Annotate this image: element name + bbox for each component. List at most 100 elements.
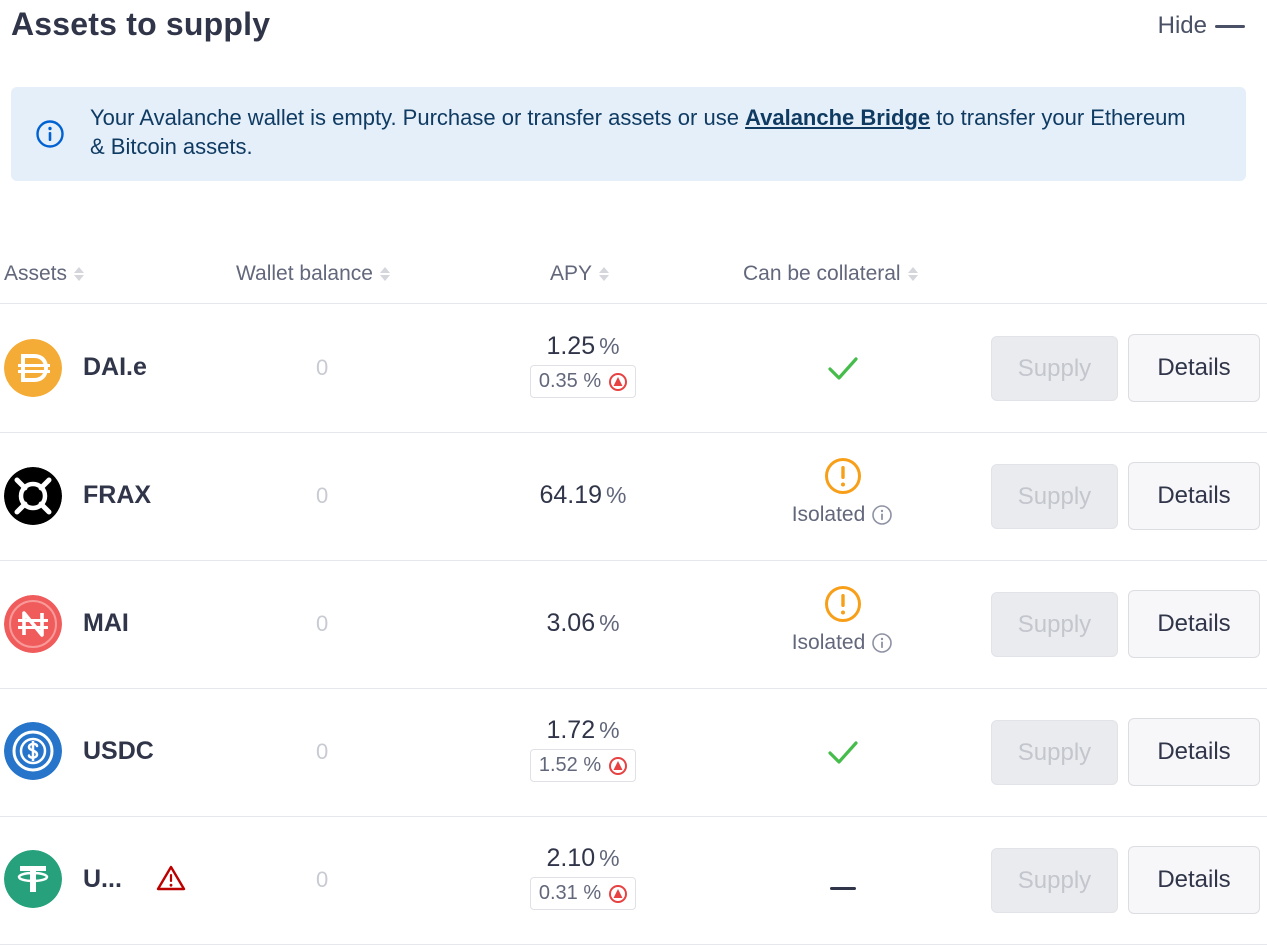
collateral-cell: Isolated: [740, 457, 945, 527]
wallet-balance: 0: [316, 483, 329, 508]
wallet-balance: 0: [316, 739, 329, 764]
incentive-badge[interactable]: 0.31 %: [529, 877, 637, 910]
info-icon: [872, 633, 893, 653]
sort-icon: [74, 267, 85, 281]
isolated-label[interactable]: Isolated: [792, 631, 894, 655]
dai-token-icon: [4, 339, 62, 397]
warning-triangle-icon[interactable]: [156, 864, 186, 892]
minus-icon: [1215, 24, 1245, 28]
percent-sign: %: [583, 882, 602, 904]
details-button[interactable]: Details: [1128, 718, 1260, 786]
table-header: Assets Wallet balance APY Can be collate…: [0, 250, 1267, 304]
info-icon: [872, 505, 893, 525]
column-header-apy[interactable]: APY: [550, 262, 610, 286]
apy-cell: 2.10% 0.31 %: [482, 844, 684, 910]
supply-button[interactable]: Supply: [991, 464, 1118, 529]
column-label: Can be collateral: [743, 262, 901, 285]
table-row: DAI.e 0 1.25% 0.35 % Supply Details: [0, 305, 1267, 433]
supply-button[interactable]: Supply: [991, 720, 1118, 785]
incentive-value: 0.31 %: [539, 882, 601, 905]
percent-sign: %: [583, 370, 602, 392]
exclamation-circle-icon: [824, 586, 861, 622]
incentive-number: 1.52: [538, 754, 578, 776]
details-button[interactable]: Details: [1128, 462, 1260, 530]
asset-name: MAI: [83, 609, 129, 637]
apy-value: 1.72%: [482, 716, 684, 745]
apy-number: 2.10: [546, 844, 596, 872]
incentive-value: 1.52 %: [539, 754, 601, 777]
apy-value: 1.25%: [482, 332, 684, 361]
exclamation-circle-icon: [824, 458, 861, 494]
asset-name: USDC: [83, 737, 154, 765]
collateral-cell: [740, 353, 945, 388]
details-button[interactable]: Details: [1128, 846, 1260, 914]
incentive-badge[interactable]: 0.35 %: [529, 365, 637, 398]
column-label: APY: [550, 262, 593, 285]
apy-cell: 1.25% 0.35 %: [482, 332, 684, 398]
incentive-number: 0.35: [538, 370, 578, 392]
column-header-can-be-collateral[interactable]: Can be collateral: [743, 262, 919, 286]
section-title: Assets to supply: [11, 6, 271, 42]
collateral-cell: [740, 877, 945, 895]
percent-sign: %: [599, 610, 620, 636]
details-button[interactable]: Details: [1128, 334, 1260, 402]
asset-name: DAI.e: [83, 353, 147, 381]
isolated-label[interactable]: Isolated: [792, 503, 894, 527]
empty-wallet-banner: Your Avalanche wallet is empty. Purchase…: [11, 87, 1246, 181]
banner-text: Your Avalanche wallet is empty. Purchase…: [90, 103, 1186, 161]
usdc-token-icon: [4, 722, 62, 780]
apy-number: 1.25: [546, 332, 596, 360]
assets-to-supply-panel: Assets to supply Hide Your Avalanche wal…: [0, 0, 1267, 945]
hide-button[interactable]: Hide: [1158, 12, 1245, 40]
apy-number: 3.06: [546, 609, 596, 637]
info-icon: [36, 120, 64, 148]
column-header-wallet-balance[interactable]: Wallet balance: [236, 262, 391, 286]
incentive-number: 0.31: [538, 882, 578, 904]
column-header-assets[interactable]: Assets: [4, 262, 85, 286]
incentive-badge[interactable]: 1.52 %: [529, 749, 637, 782]
apy-number: 64.19: [539, 481, 603, 509]
sort-icon: [379, 267, 390, 281]
incentive-value: 0.35 %: [539, 370, 601, 393]
supply-button[interactable]: Supply: [991, 336, 1118, 401]
sort-icon: [599, 267, 610, 281]
avalanche-reward-icon: [609, 372, 628, 391]
table-row: MAI 0 3.06% Isolated Supply Details: [0, 561, 1267, 689]
check-icon: [827, 741, 858, 764]
isolated-text: Isolated: [791, 503, 866, 526]
wallet-balance: 0: [316, 867, 329, 892]
apy-cell: 64.19%: [482, 481, 684, 510]
apy-value: 3.06%: [482, 609, 684, 638]
percent-sign: %: [599, 717, 620, 743]
table-row: FRAX 0 64.19% Isolated Supply Details: [0, 433, 1267, 561]
collateral-cell: [740, 737, 945, 772]
apy-value: 2.10%: [482, 844, 684, 873]
no-collateral-dash: [829, 887, 856, 890]
details-button[interactable]: Details: [1128, 590, 1260, 658]
percent-sign: %: [599, 333, 620, 359]
column-label: Assets: [4, 262, 68, 285]
hide-label: Hide: [1157, 12, 1207, 39]
avalanche-bridge-link[interactable]: Avalanche Bridge: [745, 105, 930, 130]
apy-cell: 3.06%: [482, 609, 684, 638]
collateral-cell: Isolated: [740, 585, 945, 655]
asset-name: U...: [83, 865, 122, 893]
asset-name: FRAX: [83, 481, 152, 509]
frax-token-icon: [4, 467, 62, 525]
check-icon: [827, 357, 858, 380]
percent-sign: %: [599, 845, 620, 871]
mai-token-icon: [4, 595, 62, 653]
supply-button[interactable]: Supply: [991, 592, 1118, 657]
percent-sign: %: [606, 482, 627, 508]
table-row: USDC 0 1.72% 1.52 % Supply Details: [0, 689, 1267, 817]
supply-button[interactable]: Supply: [991, 848, 1118, 913]
table-row: U... 0 2.10% 0.31 % Supply Details: [0, 817, 1267, 945]
avalanche-reward-icon: [609, 884, 628, 903]
wallet-balance: 0: [316, 611, 329, 636]
isolated-text: Isolated: [791, 631, 866, 654]
wallet-balance: 0: [316, 355, 329, 380]
avalanche-reward-icon: [609, 756, 628, 775]
sort-icon: [907, 267, 918, 281]
apy-cell: 1.72% 1.52 %: [482, 716, 684, 782]
banner-text-before: Your Avalanche wallet is empty. Purchase…: [90, 105, 746, 130]
